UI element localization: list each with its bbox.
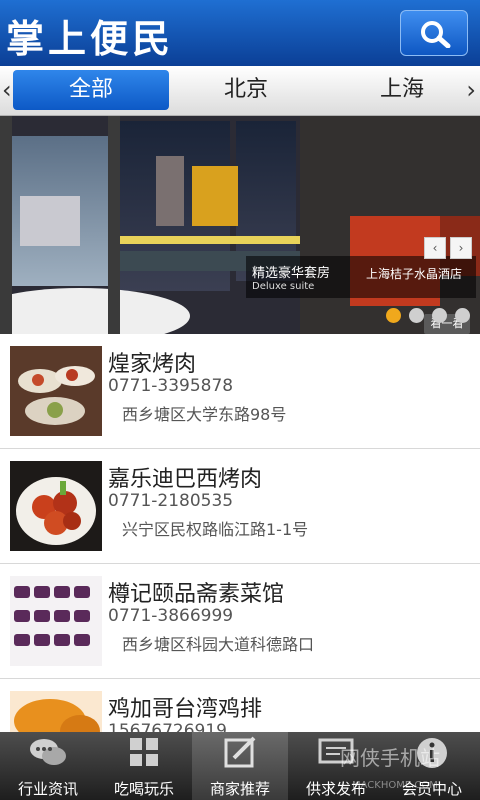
chevron-left-icon[interactable]: ‹ <box>2 76 12 104</box>
tab-merchant-recommend[interactable]: 商家推荐 <box>192 732 288 800</box>
merchant-name: 鸡加哥台湾鸡排 <box>108 697 263 722</box>
city-tab-bar: ‹ 全部 北京 上海 › <box>0 66 480 116</box>
edit-icon <box>224 736 256 768</box>
bottom-tab-bar: 行业资讯 吃喝玩乐 商家推荐 供求发布 会员中心 网侠手机站 MACKHOME.… <box>0 732 480 800</box>
merchant-phone[interactable]: 0771-3395878 <box>108 376 233 396</box>
tab-shanghai[interactable]: 上海 <box>324 70 480 110</box>
list-item[interactable]: 嘉乐迪巴西烤肉 0771-2180535 兴宁区民权路临江路1-1号 <box>0 449 480 564</box>
merchant-name: 樽记颐品斋素菜馆 <box>108 582 285 607</box>
list-item[interactable]: 樽记颐品斋素菜馆 0771-3866999 西乡塘区科园大道科德路口 <box>0 564 480 679</box>
list-item[interactable]: 煌家烤肉 0771-3395878 西乡塘区大学东路98号 <box>0 334 480 449</box>
merchant-thumbnail <box>10 461 102 551</box>
merchant-list: 煌家烤肉 0771-3395878 西乡塘区大学东路98号 嘉乐迪巴西烤肉 07… <box>0 334 480 794</box>
tab-beijing[interactable]: 北京 <box>168 70 324 110</box>
tab-label: 行业资讯 <box>17 780 78 798</box>
banner-image <box>0 116 480 334</box>
merchant-address: 西乡塘区大学东路98号 <box>122 405 287 424</box>
banner-subtitle: Deluxe suite <box>252 281 315 292</box>
merchant-thumbnail <box>10 576 102 666</box>
banner-prev-button[interactable]: ‹ <box>424 237 446 259</box>
app-header: 掌上便民 <box>0 0 480 66</box>
search-button[interactable] <box>400 10 468 56</box>
banner-pager <box>386 308 478 327</box>
search-icon <box>421 21 451 48</box>
chevron-right-icon[interactable]: › <box>466 76 476 104</box>
merchant-address: 西乡塘区科园大道科德路口 <box>122 635 315 654</box>
watermark: 网侠手机站 <box>340 746 440 770</box>
pager-dot[interactable] <box>455 308 470 323</box>
merchant-address: 兴宁区民权路临江路1-1号 <box>122 520 309 539</box>
promo-banner[interactable]: 精选豪华套房 Deluxe suite 上海桔子水晶酒店 看一看 <box>0 116 480 334</box>
merchant-name: 嘉乐迪巴西烤肉 <box>108 467 263 492</box>
merchant-phone[interactable]: 0771-3866999 <box>108 606 233 626</box>
grid-icon <box>130 738 158 766</box>
banner-next-button[interactable]: › <box>450 237 472 259</box>
tab-food-fun[interactable]: 吃喝玩乐 <box>96 732 192 800</box>
merchant-thumbnail <box>10 346 102 436</box>
banner-title: 精选豪华套房 <box>252 266 331 281</box>
banner-hotel-name: 上海桔子水晶酒店 <box>366 267 463 281</box>
app-title: 掌上便民 <box>6 16 175 61</box>
watermark-sub: MACKHOME.COM <box>352 780 438 791</box>
pager-dot[interactable] <box>386 308 401 323</box>
pager-dot[interactable] <box>432 308 447 323</box>
tab-all[interactable]: 全部 <box>13 70 169 110</box>
merchant-name: 煌家烤肉 <box>108 352 197 377</box>
chat-bubbles-icon <box>30 739 66 765</box>
pager-dot[interactable] <box>409 308 424 323</box>
merchant-phone[interactable]: 0771-2180535 <box>108 491 233 511</box>
tab-industry-news[interactable]: 行业资讯 <box>0 732 96 800</box>
tab-label: 吃喝玩乐 <box>113 780 174 798</box>
tab-label: 商家推荐 <box>209 780 270 798</box>
